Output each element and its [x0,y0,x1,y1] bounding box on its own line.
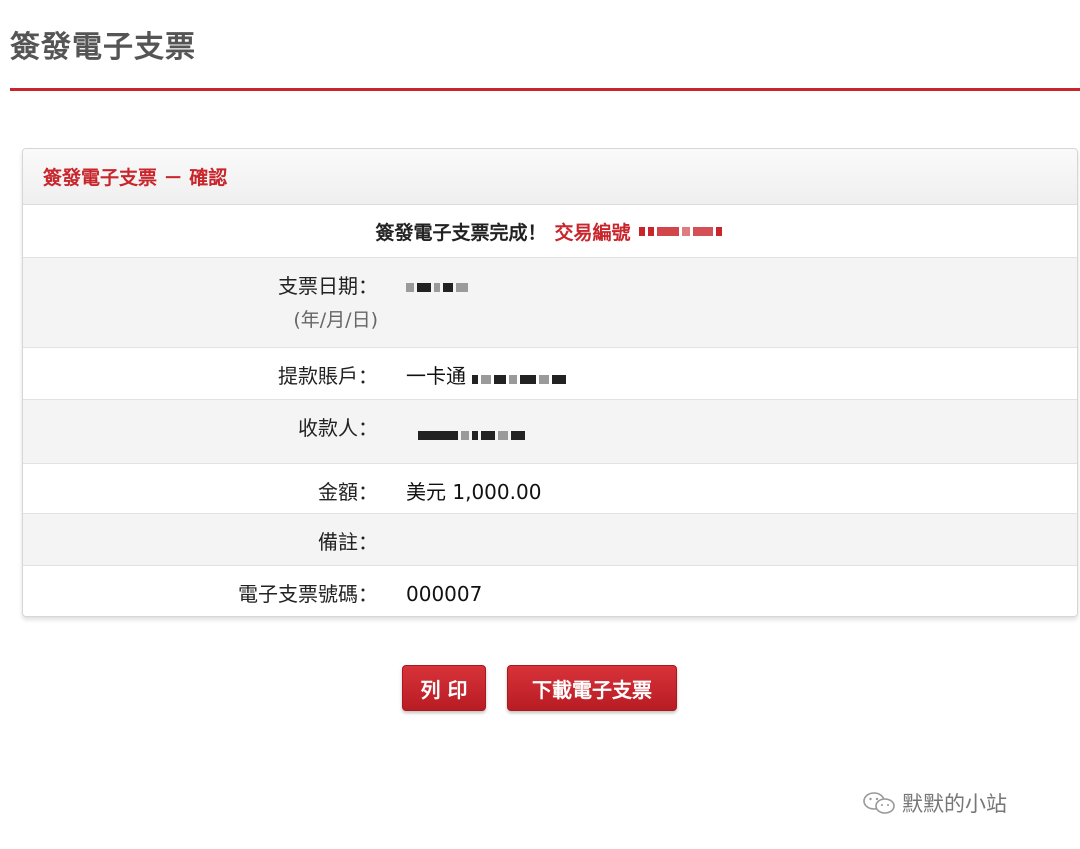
row-payee: 收款人： [23,400,1077,464]
wechat-icon [863,792,895,814]
redacted-transaction-number [638,220,725,242]
redacted-account-number [472,364,569,392]
cheque-date-label: 支票日期： (年/月/日) [23,258,378,347]
row-cheque-number: 電子支票號碼： 000007 [23,566,1077,616]
download-cheque-button[interactable]: 下載電子支票 [507,665,677,711]
withdrawal-account-label: 提款賬戶： [278,364,378,388]
amount-value: 美元 1,000.00 [406,480,542,504]
account-type: 一卡通 [406,364,466,388]
print-button[interactable]: 列 印 [402,665,486,711]
redacted-payee [378,400,1077,463]
title-divider [10,88,1080,91]
amount-label: 金額： [318,480,378,504]
watermark: 默默的小站 [862,788,1007,818]
watermark-text: 默默的小站 [902,792,1007,816]
cheque-number-value: 000007 [406,582,483,606]
row-withdrawal-account: 提款賬戶： 一卡通 [23,348,1077,400]
cheque-date-label-text: 支票日期： [278,274,378,298]
page-title: 簽發電子支票 [10,30,196,65]
confirmation-panel: 簽發電子支票 － 確認 簽發電子支票完成！ 交易編號 支票日期： (年/月/日)… [22,148,1078,617]
withdrawal-account-value: 一卡通 [378,348,1077,399]
remarks-value [378,514,1077,565]
remarks-label: 備註： [318,530,378,554]
redacted-cheque-date [378,258,1077,347]
panel-heading: 簽發電子支票 － 確認 [23,149,1077,205]
row-amount: 金額： 美元 1,000.00 [23,464,1077,514]
row-remarks: 備註： [23,514,1077,566]
row-cheque-date: 支票日期： (年/月/日) [23,258,1077,348]
completion-message: 簽發電子支票完成！ 交易編號 [23,205,1077,258]
transaction-number-label: 交易編號 [554,221,631,244]
completion-text: 簽發電子支票完成！ [375,221,547,244]
cheque-date-format: (年/月/日) [293,309,378,331]
payee-label: 收款人： [298,416,378,440]
cheque-number-label: 電子支票號碼： [238,582,378,606]
